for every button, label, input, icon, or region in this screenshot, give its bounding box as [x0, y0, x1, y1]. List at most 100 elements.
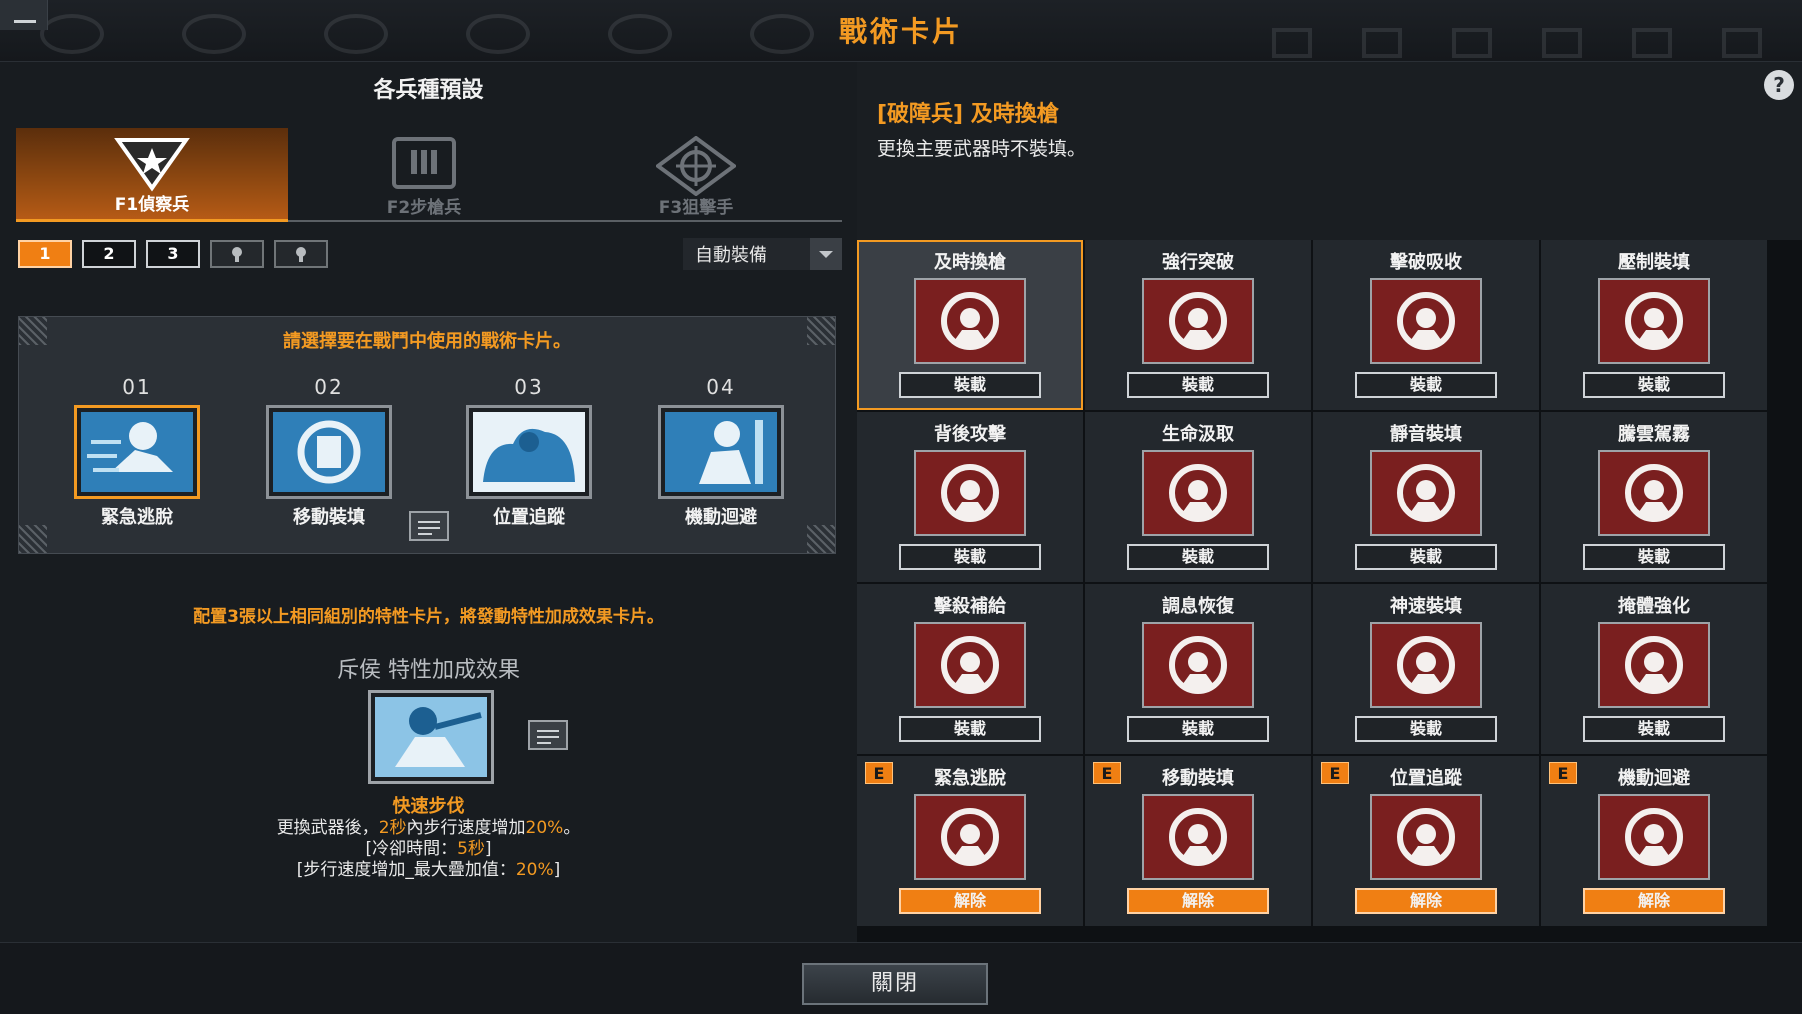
tab-sniper[interactable]: F3狙擊手 [560, 128, 832, 222]
cover-boost-icon [1598, 622, 1710, 708]
position-tracking-icon [1370, 794, 1482, 880]
equip-button[interactable]: 裝載 [1583, 716, 1725, 742]
frame-corner-decoration [19, 525, 47, 553]
evasive-maneuver-glyph [1625, 808, 1683, 866]
equip-button[interactable]: 裝載 [1583, 544, 1725, 570]
card-name: 擊破吸收 [1390, 252, 1462, 273]
loadout-slot-locked-5[interactable] [274, 240, 328, 268]
backstab-glyph [941, 464, 999, 522]
card-info-description: 更換主要武器時不裝填。 [877, 138, 1087, 160]
backstab-icon [914, 450, 1026, 536]
unequip-button[interactable]: 解除 [899, 888, 1041, 914]
card-name: 生命汲取 [1162, 424, 1234, 445]
window-title: 戰術卡片 [838, 15, 963, 48]
breakthrough-icon [1142, 278, 1254, 364]
breath-recovery-icon [1142, 622, 1254, 708]
equip-button[interactable]: 裝載 [899, 544, 1041, 570]
card-name: 調息恢復 [1162, 596, 1234, 617]
selected-card-4[interactable]: 04 機動迴避 [651, 375, 791, 529]
tactical-card-6[interactable]: 生命汲取 裝載 [1085, 412, 1311, 582]
chevron-down-icon[interactable] [810, 238, 842, 270]
scout-star-icon [114, 138, 190, 192]
bonus-effect-card [368, 690, 494, 784]
bonus-title: 斥侯 特性加成效果 [337, 658, 520, 683]
tactical-card-9[interactable]: 擊殺補給 裝載 [857, 584, 1083, 754]
card-name: 靜音裝填 [1390, 424, 1462, 445]
loadout-slot-3[interactable]: 3 [146, 240, 200, 268]
equip-button[interactable]: 裝載 [1355, 716, 1497, 742]
card-name: 強行突破 [1162, 252, 1234, 273]
selected-card-3[interactable]: 03 位置追蹤 [459, 375, 599, 529]
loadout-slot-1[interactable]: 1 [18, 240, 72, 268]
equip-button[interactable]: 裝載 [899, 716, 1041, 742]
bonus-description: 更換武器後，2秒內步行速度增加20%。 [冷卻時間：5秒] [步行速度增加_最大… [276, 818, 581, 880]
tab-rifleman[interactable]: F2步槍兵 [288, 128, 560, 222]
cloud-walk-glyph [1625, 464, 1683, 522]
card-detail-button[interactable] [409, 511, 449, 541]
tab-scout[interactable]: F1偵察兵 [16, 128, 288, 222]
sniper-scope-icon [656, 136, 736, 196]
tactical-card-8[interactable]: 騰雲駕霧 裝載 [1541, 412, 1767, 582]
unequip-button[interactable]: 解除 [1583, 888, 1725, 914]
silent-reload-icon [1370, 450, 1482, 536]
tactical-card-10[interactable]: 調息恢復 裝載 [1085, 584, 1311, 754]
close-button[interactable]: 關閉 [802, 963, 988, 1005]
equip-button[interactable]: 裝載 [1355, 544, 1497, 570]
tactical-card-3[interactable]: 擊破吸收 裝載 [1313, 240, 1539, 410]
tactical-card-1[interactable]: 及時換槍 裝載 [857, 240, 1083, 410]
card-name: 騰雲駕霧 [1618, 424, 1690, 445]
rifleman-ammo-icon [392, 137, 456, 189]
selected-card-1[interactable]: 01 緊急逃脫 [67, 375, 207, 529]
loadout-slot-locked-4[interactable] [210, 240, 264, 268]
life-drain-icon [1142, 450, 1254, 536]
rapid-reload-glyph [1397, 636, 1455, 694]
kill-supply-glyph [941, 636, 999, 694]
selected-card-2[interactable]: 02 移動裝填 [259, 375, 399, 529]
card-name: 背後攻擊 [934, 424, 1006, 445]
tactical-card-5[interactable]: 背後攻擊 裝載 [857, 412, 1083, 582]
equip-button[interactable]: 裝載 [1127, 544, 1269, 570]
card-name: 神速裝填 [1390, 596, 1462, 617]
emergency-escape-icon [914, 794, 1026, 880]
silent-reload-glyph [1397, 464, 1455, 522]
kill-absorb-icon [1370, 278, 1482, 364]
breath-recovery-glyph [1169, 636, 1227, 694]
bonus-detail-button[interactable] [528, 720, 568, 750]
equip-button[interactable]: 裝載 [1127, 716, 1269, 742]
position-tracking-glyph [1397, 808, 1455, 866]
lock-icon [296, 247, 306, 262]
position-tracking-icon [473, 412, 585, 492]
equipped-badge: E [1549, 762, 1577, 784]
instant-swap-icon [914, 278, 1026, 364]
class-tabs: F1偵察兵 F2步槍兵 F3狙擊手 [16, 128, 842, 222]
life-drain-glyph [1169, 464, 1227, 522]
tactical-card-2[interactable]: 強行突破 裝載 [1085, 240, 1311, 410]
loadout-slot-2[interactable]: 2 [82, 240, 136, 268]
unequip-button[interactable]: 解除 [1355, 888, 1497, 914]
equip-button[interactable]: 裝載 [1583, 372, 1725, 398]
moving-reload-icon [273, 412, 385, 492]
equip-button[interactable]: 裝載 [899, 372, 1041, 398]
tactical-card-7[interactable]: 靜音裝填 裝載 [1313, 412, 1539, 582]
tactical-card-16[interactable]: E 機動迴避 解除 [1541, 756, 1767, 926]
breakthrough-glyph [1169, 292, 1227, 350]
tactical-card-14[interactable]: E 移動裝填 解除 [1085, 756, 1311, 926]
auto-equip-dropdown[interactable]: 自動裝備 [683, 238, 842, 270]
tactical-card-12[interactable]: 掩體強化 裝載 [1541, 584, 1767, 754]
evasive-maneuver-icon [665, 412, 777, 492]
help-icon[interactable]: ? [1764, 70, 1794, 100]
tactical-card-15[interactable]: E 位置追蹤 解除 [1313, 756, 1539, 926]
tactical-card-4[interactable]: 壓制裝填 裝載 [1541, 240, 1767, 410]
card-name: 及時換槍 [934, 252, 1006, 273]
unequip-button[interactable]: 解除 [1127, 888, 1269, 914]
emergency-escape-glyph [941, 808, 999, 866]
tactical-card-13[interactable]: E 緊急逃脫 解除 [857, 756, 1083, 926]
card-name: 擊殺補給 [934, 596, 1006, 617]
bonus-name: 快速步伐 [392, 796, 465, 817]
quick-step-icon [375, 697, 487, 777]
equip-button[interactable]: 裝載 [1127, 372, 1269, 398]
equip-button[interactable]: 裝載 [1355, 372, 1497, 398]
emergency-escape-icon [81, 412, 193, 492]
selected-cards-frame: 請選擇要在戰鬥中使用的戰術卡片。 01 緊急逃脫 02 移動裝填 03 位置追蹤… [18, 316, 836, 554]
tactical-card-11[interactable]: 神速裝填 裝載 [1313, 584, 1539, 754]
